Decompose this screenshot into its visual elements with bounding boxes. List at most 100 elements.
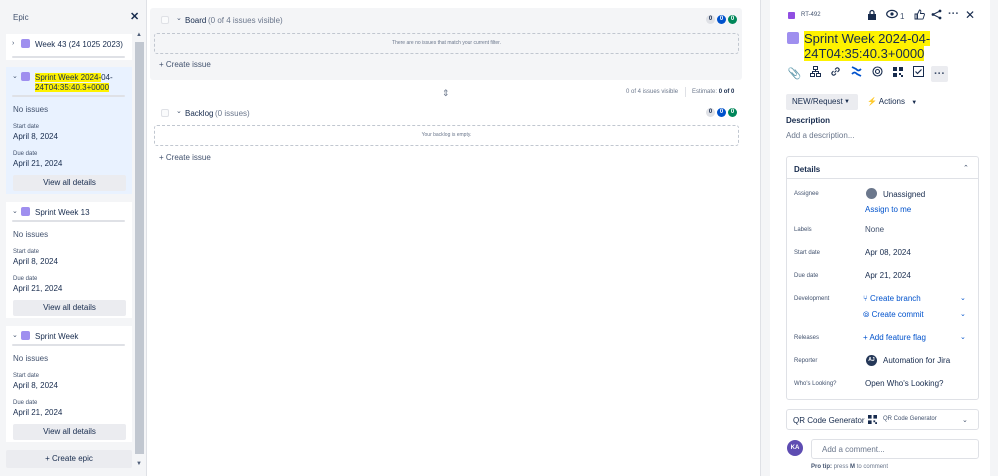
- assign-to-me-link[interactable]: Assign to me: [865, 205, 911, 214]
- qr-code-icon: [868, 415, 877, 424]
- backlog-create-issue-button[interactable]: + Create issue: [159, 153, 211, 162]
- start-date-value: April 8, 2024: [13, 132, 58, 141]
- backlog-select-checkbox[interactable]: [161, 109, 169, 117]
- chevron-down-icon[interactable]: ⌄: [960, 333, 966, 341]
- epic-row[interactable]: › Week 43 (24 1025 2023): [6, 34, 132, 54]
- whos-looking-link[interactable]: Open Who's Looking?: [865, 379, 943, 388]
- start-date-value[interactable]: Apr 08, 2024: [865, 248, 911, 257]
- lock-icon[interactable]: [867, 9, 877, 23]
- more-icon[interactable]: ···: [948, 8, 959, 20]
- chevron-up-icon[interactable]: ⌃: [963, 164, 969, 172]
- epic-name: Week 43 (24 1025 2023): [35, 40, 123, 49]
- in-progress-count: 0: [717, 15, 726, 24]
- commit-icon: ⦾: [863, 310, 870, 319]
- chevron-down-icon[interactable]: ⌄: [962, 416, 968, 424]
- checklist-icon[interactable]: [910, 66, 927, 82]
- comment-input[interactable]: [811, 439, 979, 459]
- epic-scrollbar-thumb[interactable]: [135, 42, 144, 454]
- view-all-details-button[interactable]: View all details: [13, 300, 126, 316]
- actions-dropdown[interactable]: ⚡ Actions ▼: [867, 94, 917, 111]
- lightning-icon: ⚡: [867, 97, 877, 106]
- board-select-checkbox[interactable]: [161, 16, 169, 24]
- done-count: 0: [728, 108, 737, 117]
- epic-color-icon: [21, 331, 30, 340]
- due-date-value: April 21, 2024: [13, 408, 63, 417]
- qr-panel-title: QR Code Generator: [793, 416, 865, 425]
- chevron-down-icon[interactable]: ⌄: [960, 294, 966, 302]
- scroll-down-icon[interactable]: ▼: [136, 461, 142, 467]
- start-date-label: Start date: [13, 249, 40, 255]
- close-icon[interactable]: ✕: [965, 8, 975, 22]
- status-dropdown[interactable]: NEW/Request ▼: [786, 94, 858, 110]
- backlog-title[interactable]: Backlog: [185, 109, 213, 118]
- labels-value[interactable]: None: [865, 225, 884, 234]
- epic-panel-title: Epic: [13, 13, 29, 22]
- drag-handle-icon[interactable]: ⇕: [442, 88, 450, 99]
- share-icon[interactable]: [931, 9, 942, 23]
- reporter-value[interactable]: Automation for Jira: [883, 356, 950, 365]
- eye-icon[interactable]: [886, 9, 898, 22]
- create-epic-button[interactable]: + Create epic: [6, 450, 132, 468]
- board-title[interactable]: Board: [185, 16, 206, 25]
- avatar: [866, 188, 877, 199]
- add-feature-flag-link[interactable]: + Add feature flag: [863, 333, 926, 342]
- attachment-icon[interactable]: 📎: [786, 66, 803, 82]
- epic-progress: [12, 95, 125, 97]
- epic-row[interactable]: ⌄ Sprint Week: [6, 326, 132, 346]
- chevron-down-icon[interactable]: ⌄: [176, 14, 182, 22]
- due-date-label: Due date: [13, 276, 38, 282]
- todo-count: 0: [706, 108, 715, 117]
- epic-progress: [12, 56, 125, 58]
- epic-row[interactable]: ⌄ Sprint Week 13: [6, 202, 132, 222]
- create-issue-label: Create issue: [165, 60, 211, 69]
- detail-scrollbar[interactable]: [990, 0, 998, 476]
- confluence-icon[interactable]: [848, 66, 865, 82]
- epic-panel: Epic ✕ › Week 43 (24 1025 2023) ⌄ Sprint…: [0, 0, 147, 476]
- link-icon[interactable]: [827, 66, 844, 82]
- start-date-label: Start date: [794, 250, 821, 256]
- issue-title[interactable]: Sprint Week 2024-04- 24T04:35:40.3+0000: [804, 31, 944, 61]
- epic-card-week-43[interactable]: › Week 43 (24 1025 2023): [6, 34, 132, 60]
- backlog-section: ⌄ Backlog (0 issues) 0 0 0 Your backlog …: [150, 102, 742, 172]
- epic-name: Sprint Week 13: [35, 208, 90, 217]
- close-icon[interactable]: ✕: [130, 10, 139, 23]
- due-date-value[interactable]: Apr 21, 2024: [865, 271, 911, 280]
- create-commit-link[interactable]: ⦾ Create commit: [863, 310, 924, 320]
- due-date-value: April 21, 2024: [13, 159, 63, 168]
- create-epic-label: Create epic: [51, 454, 93, 463]
- chevron-down-icon[interactable]: ⌄: [12, 331, 18, 339]
- epic-card-sprint-week[interactable]: ⌄ Sprint Week No issues Start date April…: [6, 326, 132, 442]
- chevron-down-icon[interactable]: ⌄: [176, 107, 182, 115]
- epic-row[interactable]: ⌄ Sprint Week 2024-04- 24T04:35:40.3+000…: [6, 67, 132, 92]
- child-issue-icon[interactable]: [807, 66, 824, 82]
- board-create-issue-button[interactable]: + Create issue: [159, 60, 211, 69]
- assignee-value[interactable]: Unassigned: [883, 190, 925, 199]
- reporter-label: Reporter: [794, 358, 818, 364]
- due-date-label: Due date: [13, 151, 38, 157]
- due-date-label: Due date: [794, 273, 819, 279]
- chevron-down-icon[interactable]: ⌄: [960, 310, 966, 318]
- description-field[interactable]: Add a description...: [786, 131, 854, 140]
- plus-icon: +: [159, 60, 166, 69]
- qr-code-panel[interactable]: QR Code Generator QR Code Generator ⌄: [786, 409, 979, 430]
- in-progress-count: 0: [717, 108, 726, 117]
- qr-code-icon[interactable]: [889, 66, 906, 82]
- main-scrollbar[interactable]: [760, 0, 770, 476]
- chevron-down-icon[interactable]: ⌄: [12, 72, 18, 80]
- view-all-details-button[interactable]: View all details: [13, 424, 126, 440]
- issue-key-link[interactable]: RT-492: [801, 12, 821, 18]
- target-icon[interactable]: [869, 66, 886, 82]
- chevron-down-icon: ▼: [844, 99, 850, 105]
- epic-card-sprint-week-13[interactable]: ⌄ Sprint Week 13 No issues Start date Ap…: [6, 202, 132, 318]
- chevron-down-icon[interactable]: ⌄: [12, 207, 18, 215]
- estimate-text: Estimate: 0 of 0: [692, 89, 735, 95]
- create-branch-link[interactable]: ⑂ Create branch: [863, 294, 921, 303]
- more-icon[interactable]: ···: [931, 66, 948, 82]
- board-empty-message: There are no issues that match your curr…: [154, 33, 739, 54]
- scroll-up-icon[interactable]: ▲: [136, 32, 142, 38]
- epic-card-sprint-week-2024[interactable]: ⌄ Sprint Week 2024-04- 24T04:35:40.3+000…: [6, 67, 132, 194]
- thumbs-up-icon[interactable]: [914, 9, 925, 23]
- view-all-details-button[interactable]: View all details: [13, 175, 126, 191]
- chevron-right-icon[interactable]: ›: [12, 40, 14, 47]
- details-header[interactable]: Details ⌃: [787, 157, 978, 179]
